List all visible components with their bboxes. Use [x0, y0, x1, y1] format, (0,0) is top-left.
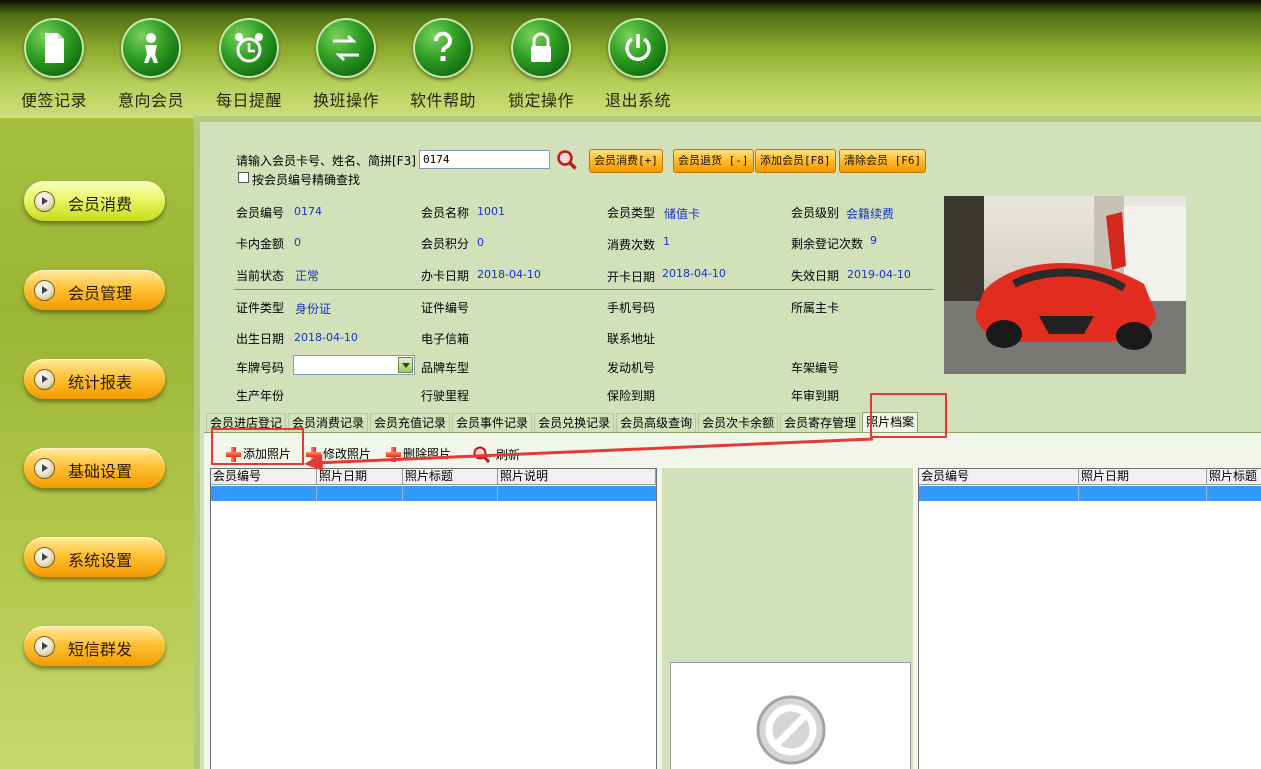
annotation-arrow — [304, 437, 874, 471]
